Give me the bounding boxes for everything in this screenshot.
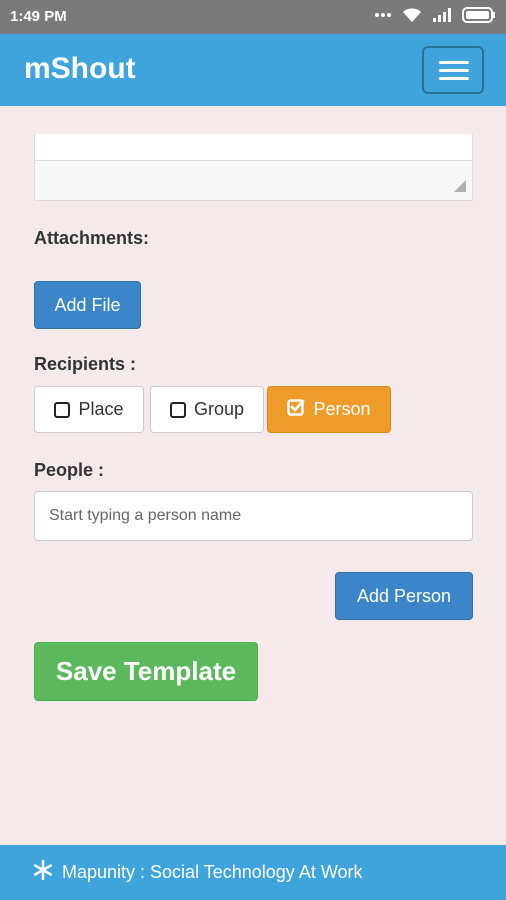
hamburger-menu-icon [439,61,469,64]
status-time: 1:49 PM [10,8,67,25]
attachments-label: Attachments: [34,228,150,248]
checkbox-unchecked-icon [169,401,186,418]
add-file-button[interactable]: Add File [34,281,141,329]
resize-handle-icon[interactable] [454,180,466,192]
person-search-input[interactable] [34,491,473,541]
textarea-divider [35,160,472,161]
recipients-label: Recipients : [34,354,137,374]
wifi-icon [402,7,422,23]
recipient-toggle-person[interactable]: Person [267,386,391,433]
app-bar: mShout [0,34,506,106]
save-template-button[interactable]: Save Template [34,642,258,701]
recipient-toggle-place[interactable]: Place [34,386,144,433]
hamburger-line [439,77,469,80]
signal-icon [432,7,452,23]
hamburger-line [439,69,469,72]
toggle-label-group: Group [193,399,245,419]
checkbox-unchecked-icon [54,401,71,418]
snowflake-icon [32,859,54,886]
status-bar: 1:49 PM [0,0,506,34]
status-icons [374,7,496,23]
checkbox-checked-icon [287,398,305,421]
add-person-button[interactable]: Add Person [335,572,473,620]
toggle-label-person: Person [313,399,371,419]
message-textarea[interactable] [34,134,473,201]
people-label: People : [34,460,105,480]
footer: Mapunity : Social Technology At Work [0,845,506,900]
app-title: mShout [24,52,136,85]
battery-icon [462,7,496,23]
menu-button[interactable] [422,46,484,94]
textarea-top-row [35,134,472,160]
footer-text: Mapunity : Social Technology At Work [62,862,363,882]
recipient-toggle-group[interactable]: Group [150,386,264,433]
dots-icon [374,12,392,18]
toggle-label-place: Place [78,399,124,419]
